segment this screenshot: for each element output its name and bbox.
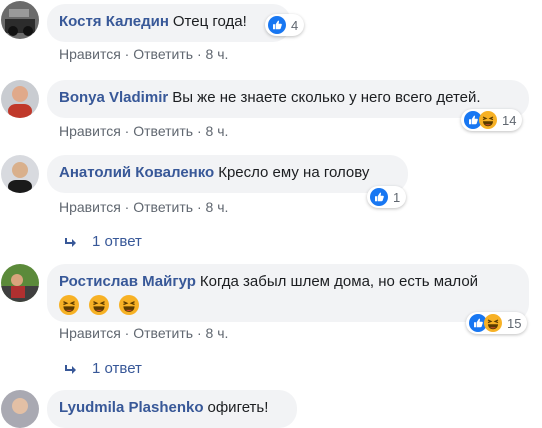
comment-bubble: Ростислав Майгур Когда забыл шлем дома, н… xyxy=(47,264,529,322)
like-link[interactable]: Нравится xyxy=(59,123,121,139)
avatar[interactable] xyxy=(1,264,39,302)
haha-reaction-icon xyxy=(484,314,502,332)
comment-text: Когда забыл шлем дома, но есть малой xyxy=(199,273,479,290)
replies-count: 1 ответ xyxy=(92,233,142,250)
reply-link[interactable]: Ответить xyxy=(133,325,193,341)
view-replies-link[interactable]: 1 ответ xyxy=(64,232,142,252)
comment-actions: Нравится · Ответить · 8 ч. xyxy=(59,122,228,140)
comment-author[interactable]: Костя Каледин xyxy=(59,13,169,30)
avatar[interactable] xyxy=(1,155,39,193)
avatar[interactable] xyxy=(1,80,39,118)
haha-reaction-icon xyxy=(479,111,497,129)
reactions-count: 1 xyxy=(393,189,401,205)
like-link[interactable]: Нравится xyxy=(59,199,121,215)
reactions-pill[interactable]: 4 xyxy=(265,14,305,36)
laughing-emoji-icon xyxy=(59,295,79,315)
comment-bubble: Костя Каледин Отец года! xyxy=(47,4,291,42)
reply-link[interactable]: Ответить xyxy=(133,199,193,215)
separator: · xyxy=(124,46,130,62)
comment-author[interactable]: Ростислав Майгур xyxy=(59,273,196,290)
separator: · xyxy=(196,46,202,62)
comment-text: Вы же не знаете сколько у него всего дет… xyxy=(172,89,481,106)
reply-link[interactable]: Ответить xyxy=(133,123,193,139)
comment-text: офигеть! xyxy=(207,399,269,416)
comment-author[interactable]: Lyudmila Plashenko xyxy=(59,399,204,416)
timestamp[interactable]: 8 ч. xyxy=(206,199,229,215)
like-link[interactable]: Нравится xyxy=(59,325,121,341)
comment-actions: Нравится · Ответить · 8 ч. xyxy=(59,45,228,63)
view-replies-link[interactable]: 1 ответ xyxy=(64,359,142,379)
comment-bubble: Lyudmila Plashenko офигеть! xyxy=(47,390,297,428)
comment-author[interactable]: Анатолий Коваленко xyxy=(59,164,214,181)
like-reaction-icon xyxy=(370,188,388,206)
separator: · xyxy=(196,199,202,215)
comment-text: Кресло ему на голову xyxy=(218,164,370,181)
replies-count: 1 ответ xyxy=(92,360,142,377)
reactions-count: 14 xyxy=(502,112,517,128)
reactions-pill[interactable]: 15 xyxy=(466,312,528,334)
reactions-pill[interactable]: 1 xyxy=(367,186,407,208)
reactions-pill[interactable]: 14 xyxy=(461,109,523,131)
reactions-count: 4 xyxy=(291,17,299,33)
comment-author[interactable]: Bonya Vladimir xyxy=(59,89,168,106)
laughing-emoji-icon xyxy=(119,295,139,315)
like-reaction-icon xyxy=(268,16,286,34)
laughing-emoji-icon xyxy=(89,295,109,315)
separator: · xyxy=(124,123,130,139)
like-link[interactable]: Нравится xyxy=(59,46,121,62)
comment-actions: Нравится · Ответить · 8 ч. xyxy=(59,324,228,342)
reply-link[interactable]: Ответить xyxy=(133,46,193,62)
comment-actions: Нравится · Ответить · 8 ч. xyxy=(59,198,228,216)
comment-bubble: Bonya Vladimir Вы же не знаете сколько у … xyxy=(47,80,529,118)
timestamp[interactable]: 8 ч. xyxy=(206,46,229,62)
separator: · xyxy=(124,325,130,341)
timestamp[interactable]: 8 ч. xyxy=(206,325,229,341)
reactions-count: 15 xyxy=(507,315,522,331)
avatar[interactable] xyxy=(1,1,39,39)
comment-bubble: Анатолий Коваленко Кресло ему на голову xyxy=(47,155,408,193)
avatar[interactable] xyxy=(1,390,39,428)
comment-text: Отец года! xyxy=(172,13,247,30)
reply-arrow-icon xyxy=(65,365,76,374)
separator: · xyxy=(196,123,202,139)
separator: · xyxy=(196,325,202,341)
reply-arrow-icon xyxy=(65,238,76,247)
comment-emojis: 😂😂😂 xyxy=(59,295,517,315)
timestamp[interactable]: 8 ч. xyxy=(206,123,229,139)
separator: · xyxy=(124,199,130,215)
